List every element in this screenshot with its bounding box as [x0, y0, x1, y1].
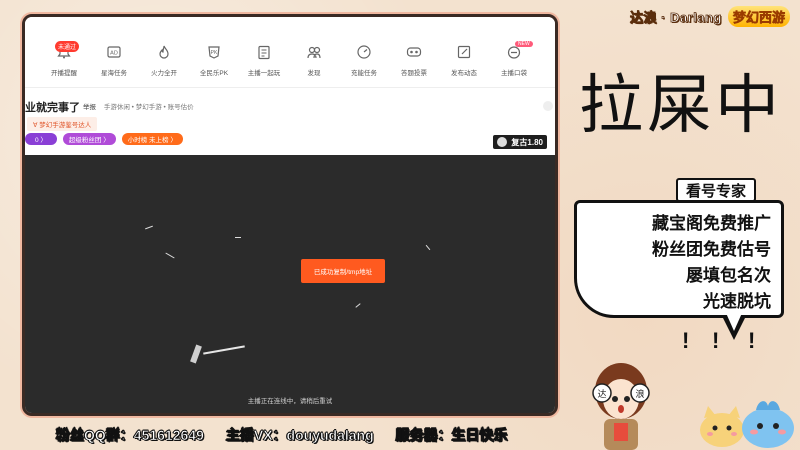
- game-version: 复古1.80: [511, 137, 543, 147]
- noise-mark: [235, 237, 241, 238]
- tool-star-task[interactable]: AD 星海任务: [89, 17, 139, 87]
- level-pill[interactable]: 0 〉: [25, 133, 57, 145]
- tool-label: 火力全开: [151, 70, 177, 77]
- fan-qq-group: 粉丝QQ群：451612649: [56, 427, 204, 444]
- bubble-tail: [722, 313, 746, 340]
- edit-icon: [455, 43, 473, 61]
- tool-play-together[interactable]: 主播一起玩: [239, 17, 289, 87]
- svg-text:浪: 浪: [635, 388, 644, 400]
- tool-label: 发布动态: [451, 70, 477, 77]
- bubble-body: 藏宝阁免费推广 粉丝团免费估号 屡填包名次 光速脱坑: [574, 200, 784, 318]
- bubble-title: 看号专家: [676, 178, 757, 202]
- noise-mark: [145, 225, 153, 230]
- noise-mark: [165, 252, 175, 259]
- copy-address-button[interactable]: 已成功复制/tmp地址: [301, 259, 385, 283]
- noise-mark: [425, 244, 431, 251]
- bubble-line: 粉丝团免费估号: [652, 240, 771, 259]
- tool-post[interactable]: 发布动态: [439, 17, 489, 87]
- tool-label: 主播一起玩: [247, 70, 281, 77]
- pill-row: 0 〉 超级粉丝团 〉 小时榜 未上榜 〉: [25, 133, 183, 145]
- pk-icon: PK: [205, 43, 223, 61]
- exclamation-mark: !: [682, 328, 690, 353]
- report-link[interactable]: 举报: [83, 104, 96, 111]
- breadcrumb[interactable]: 手游休闲 • 梦幻手游 • 账号估价: [104, 104, 194, 111]
- noise-mark: [355, 303, 361, 308]
- reconnect-text: 主播正在连线中，请稍后重试: [247, 398, 333, 405]
- video-player[interactable]: 已成功复制/tmp地址 主播正在连线中，请稍后重试: [25, 155, 555, 413]
- bubble-line: 藏宝阁免费推广: [652, 214, 771, 233]
- mascot-girl-icon: 达 浪: [592, 363, 650, 450]
- tool-label: 发现: [307, 70, 321, 77]
- status-badge: 未通过: [55, 41, 80, 52]
- tool-label: 主播口袋: [501, 70, 527, 77]
- brand-header: 达浪 · Darlang 梦幻西游: [630, 4, 790, 28]
- game-logo: 梦幻西游: [727, 5, 790, 27]
- tool-live-reminder[interactable]: 未通过 开播提醒: [39, 17, 89, 87]
- clipboard-icon: [255, 43, 273, 61]
- streamer-wechat: 主播VX：douyudalang: [225, 427, 374, 444]
- skull-icon: [497, 137, 508, 147]
- tool-vote[interactable]: 答题投票: [389, 17, 439, 87]
- mascot-blob-icon: [742, 401, 794, 448]
- noise-mark: [190, 344, 202, 364]
- streamer-name: 达浪 · Darlang: [630, 9, 722, 25]
- tool-label: 开播提醒: [51, 70, 77, 77]
- vote-icon: [405, 43, 423, 61]
- exclamation-mark: !: [748, 328, 756, 353]
- noise-mark: [203, 345, 245, 355]
- tool-label: 充能任务: [351, 70, 377, 77]
- tool-charge-task[interactable]: 充能任务: [339, 17, 389, 87]
- exclamation-mark: !: [712, 328, 720, 353]
- tool-pk[interactable]: PK 全民乐PK: [189, 17, 239, 87]
- room-title: 业就完事了: [25, 102, 80, 114]
- ad-icon: AD: [105, 43, 123, 61]
- tool-firepower[interactable]: 火力全开: [139, 17, 189, 87]
- anchor-toolbar: 未通过 开播提醒 AD 星海任务 火力全开 PK 全民乐PK 主播一起玩 发现 …: [25, 17, 555, 88]
- game-version-badge: 复古1.80: [493, 135, 547, 149]
- new-badge: NEW: [515, 41, 533, 47]
- svg-text:AD: AD: [110, 51, 118, 57]
- room-meta: 举报 手游休闲 • 梦幻手游 • 账号估价: [83, 101, 194, 111]
- svg-text:达: 达: [597, 388, 606, 400]
- tool-label: 答题投票: [401, 70, 427, 77]
- room-avatar[interactable]: [543, 101, 553, 111]
- bubble-line: 光速脱坑: [703, 292, 771, 311]
- fan-club-pill[interactable]: 超级粉丝团 〉: [62, 133, 116, 145]
- server-name: 服务器：生日快乐: [395, 427, 508, 444]
- bubble-line: 屡填包名次: [686, 266, 771, 285]
- svg-text:PK: PK: [211, 50, 218, 56]
- hourly-rank-pill[interactable]: 小时榜 未上榜 〉: [121, 133, 183, 145]
- people-icon: [305, 43, 323, 61]
- status-text: 拉屎中: [579, 69, 783, 143]
- stream-frame: 未通过 开播提醒 AD 星海任务 火力全开 PK 全民乐PK 主播一起玩 发现 …: [22, 14, 558, 416]
- anchor-tag[interactable]: ∀ 梦幻手游鉴号达人: [27, 117, 98, 131]
- tool-discover[interactable]: 发现: [289, 17, 339, 87]
- flame-icon: [155, 43, 173, 61]
- tool-label: 星海任务: [101, 70, 127, 77]
- tool-pocket[interactable]: NEW 主播口袋: [489, 17, 539, 87]
- gauge-icon: [355, 43, 373, 61]
- tool-label: 全民乐PK: [199, 70, 229, 77]
- footer-info: 粉丝QQ群：451612649 主播VX：douyudalang 服务器：生日快…: [56, 426, 508, 444]
